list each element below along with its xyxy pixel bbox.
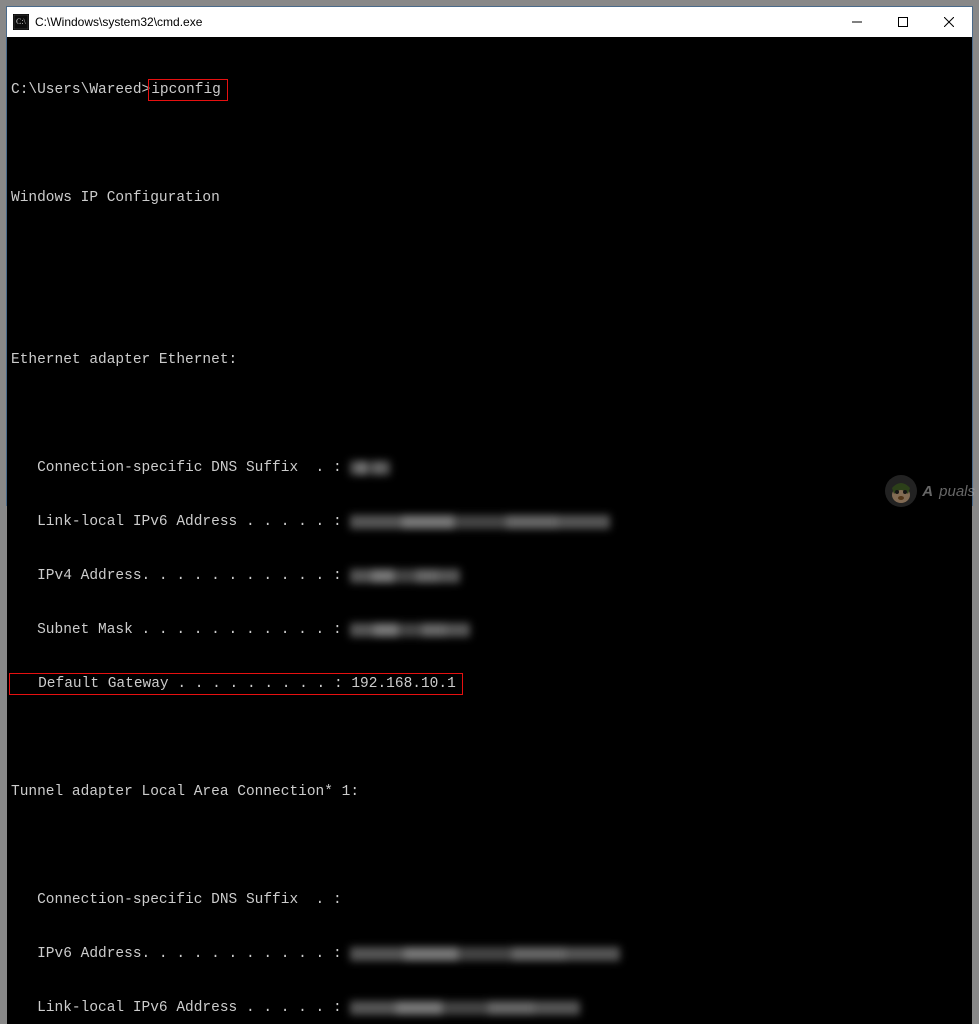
redacted-value bbox=[342, 459, 351, 477]
blank-line bbox=[11, 297, 968, 315]
config-header: Windows IP Configuration bbox=[11, 189, 968, 207]
label: Link-local IPv6 Address . . . . . : bbox=[11, 513, 342, 531]
ipv4-row: IPv4 Address. . . . . . . . . . . : bbox=[11, 567, 968, 585]
gateway-highlight: Default Gateway . . . . . . . . . : 192.… bbox=[9, 673, 463, 695]
label: Default Gateway . . . . . . . . . : bbox=[12, 675, 351, 693]
svg-text:C:\: C:\ bbox=[16, 17, 27, 26]
adapter-header: Tunnel adapter Local Area Connection* 1: bbox=[11, 783, 968, 801]
link-local-ipv6-row: Link-local IPv6 Address . . . . . : bbox=[11, 999, 968, 1017]
blurred-value bbox=[350, 569, 460, 583]
minimize-button[interactable] bbox=[834, 7, 880, 37]
dns-suffix-row: Connection-specific DNS Suffix . : bbox=[11, 891, 968, 909]
maximize-button[interactable] bbox=[880, 7, 926, 37]
blurred-value bbox=[350, 461, 390, 475]
prompt-line: C:\Users\Wareed>ipconfig bbox=[11, 81, 968, 99]
mascot-icon bbox=[884, 474, 918, 508]
label: Link-local IPv6 Address . . . . . : bbox=[11, 999, 342, 1017]
subnet-mask-row: Subnet Mask . . . . . . . . . . . : bbox=[11, 621, 968, 639]
blank-line bbox=[11, 729, 968, 747]
redacted-value bbox=[342, 621, 351, 639]
command-highlight: ipconfig bbox=[148, 79, 228, 101]
close-button[interactable] bbox=[926, 7, 972, 37]
blank-line bbox=[11, 135, 968, 153]
redacted-value bbox=[342, 945, 351, 963]
label: Connection-specific DNS Suffix . : bbox=[11, 891, 342, 909]
redacted-value bbox=[342, 513, 351, 531]
blurred-value bbox=[350, 623, 470, 637]
blank-line bbox=[11, 243, 968, 261]
blurred-value bbox=[350, 515, 610, 529]
cmd-icon: C:\ bbox=[13, 14, 29, 30]
blank-line bbox=[11, 405, 968, 423]
titlebar[interactable]: C:\ C:\Windows\system32\cmd.exe bbox=[7, 7, 972, 37]
blurred-value bbox=[350, 1001, 580, 1015]
prompt-text: C:\Users\Wareed> bbox=[11, 81, 150, 99]
watermark-text: Apuals bbox=[922, 483, 975, 500]
default-gateway-row: Default Gateway . . . . . . . . . : 192.… bbox=[11, 675, 968, 693]
ipv6-row: IPv6 Address. . . . . . . . . . . : bbox=[11, 945, 968, 963]
gateway-value: 192.168.10.1 bbox=[351, 675, 455, 693]
dns-suffix-row: Connection-specific DNS Suffix . : bbox=[11, 459, 968, 477]
label: Connection-specific DNS Suffix . : bbox=[11, 459, 342, 477]
window-title: C:\Windows\system32\cmd.exe bbox=[35, 15, 202, 29]
label: IPv6 Address. . . . . . . . . . . : bbox=[11, 945, 342, 963]
adapter-header: Ethernet adapter Ethernet: bbox=[11, 351, 968, 369]
label: IPv4 Address. . . . . . . . . . . : bbox=[11, 567, 342, 585]
blurred-value bbox=[350, 947, 620, 961]
cmd-window: C:\ C:\Windows\system32\cmd.exe C:\Users… bbox=[6, 6, 973, 506]
terminal-output[interactable]: C:\Users\Wareed>ipconfig Windows IP Conf… bbox=[7, 37, 972, 1024]
redacted-value bbox=[342, 567, 351, 585]
watermark: Apuals bbox=[884, 474, 975, 508]
link-local-ipv6-row: Link-local IPv6 Address . . . . . : bbox=[11, 513, 968, 531]
label: Subnet Mask . . . . . . . . . . . : bbox=[11, 621, 342, 639]
redacted-value bbox=[342, 999, 351, 1017]
blank-line bbox=[11, 837, 968, 855]
